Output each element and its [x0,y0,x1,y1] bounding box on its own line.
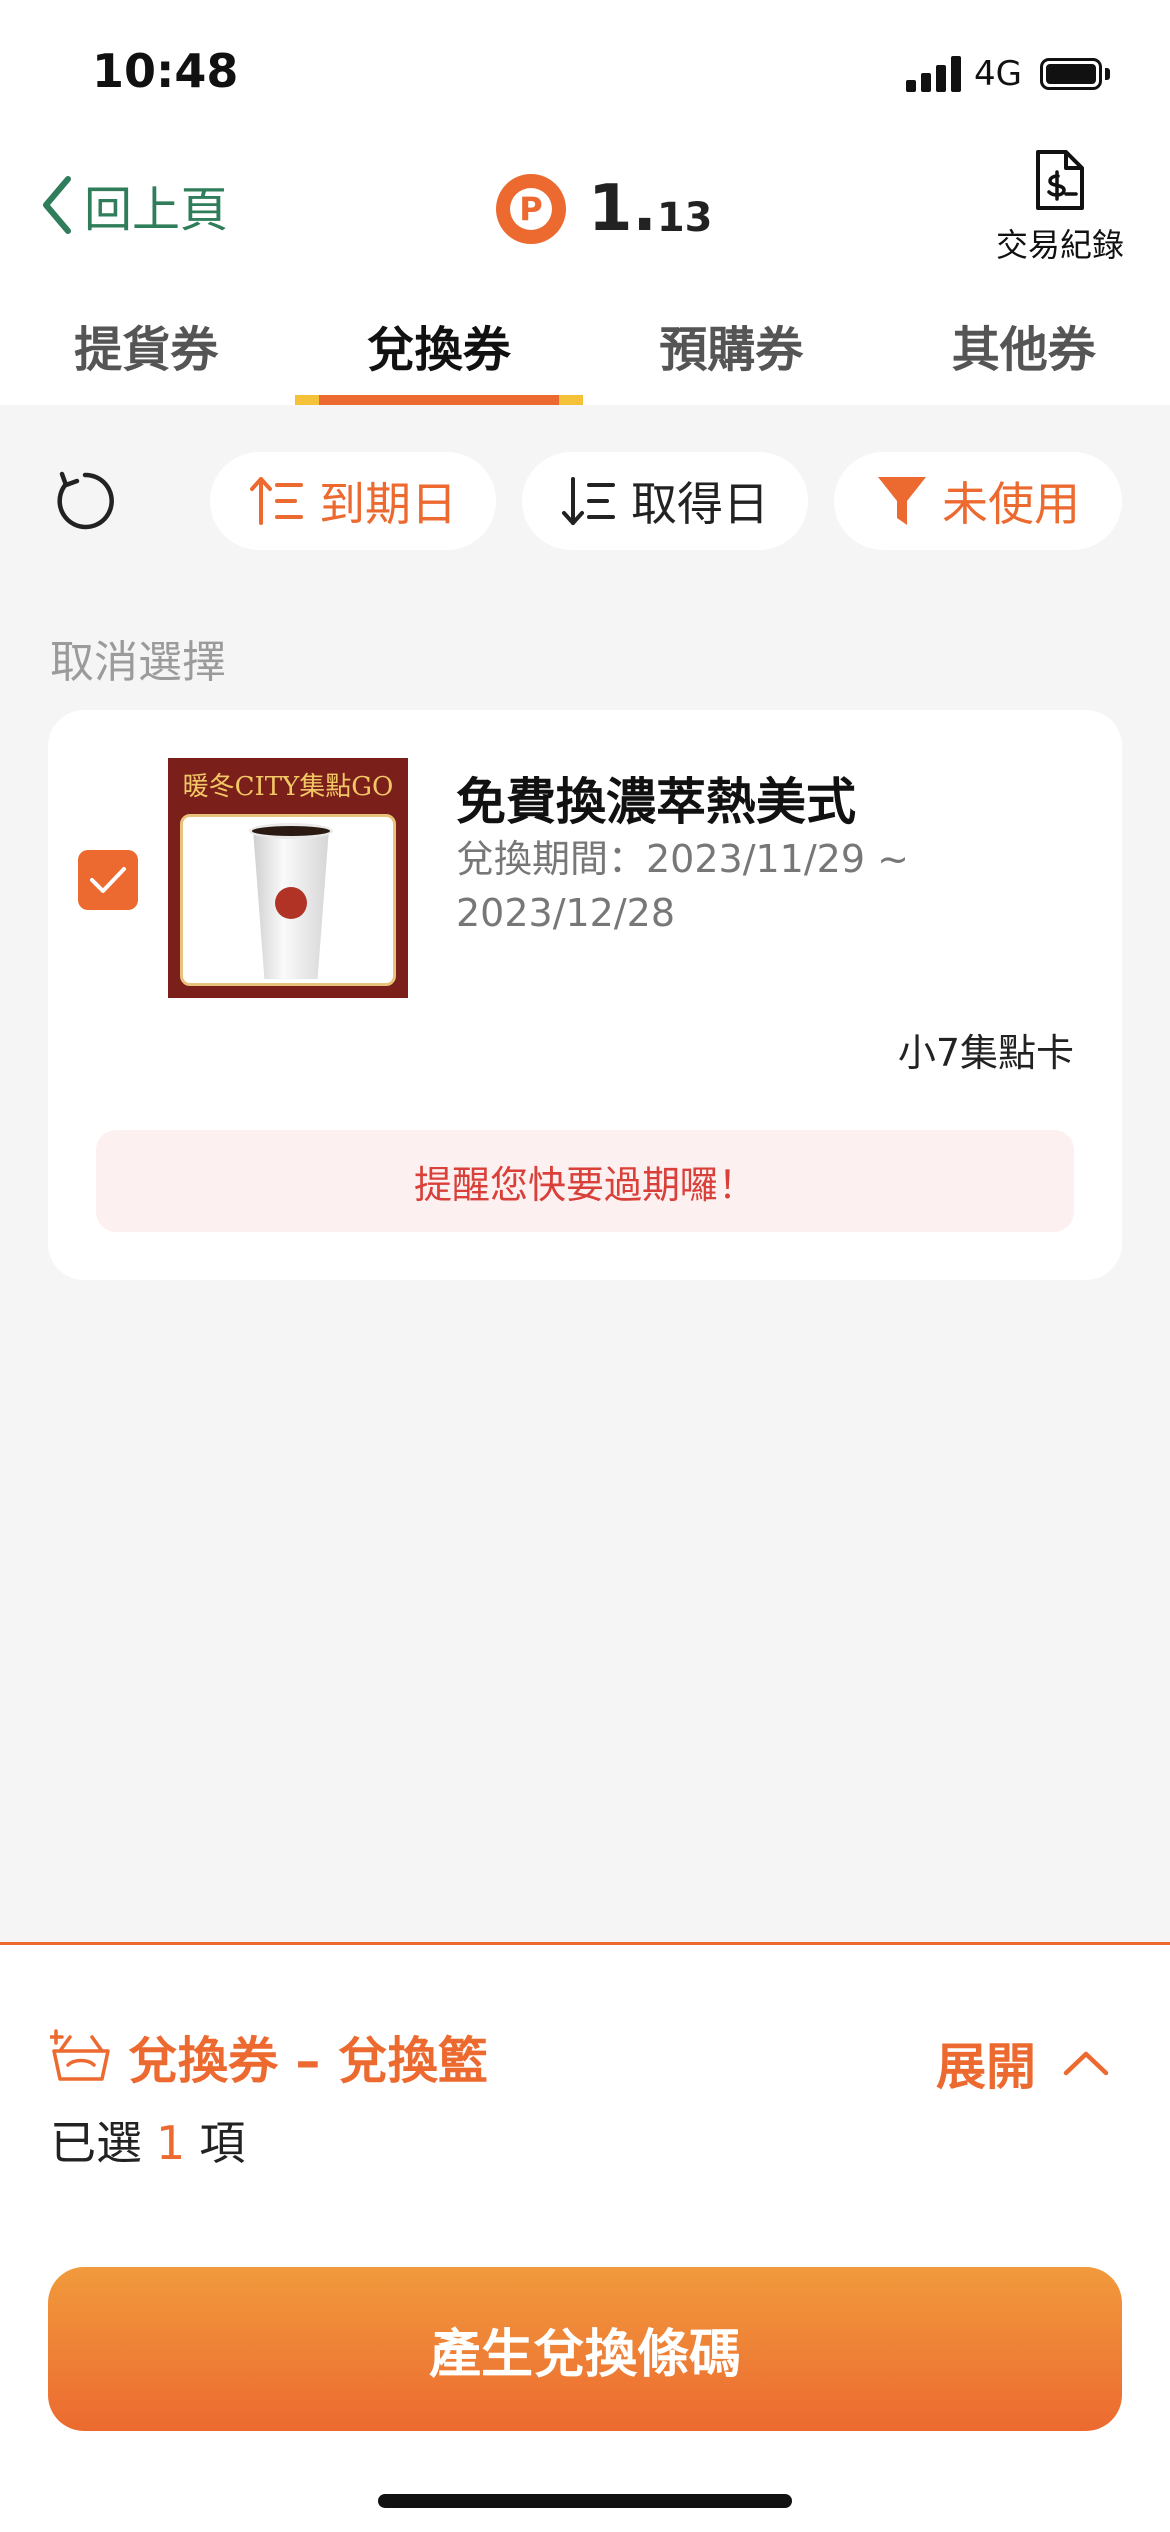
back-button[interactable]: 回上頁 [40,170,228,240]
generate-barcode-button[interactable]: 產生兌換條碼 [48,2267,1122,2431]
coupon-checkbox[interactable] [78,850,138,910]
coupon-thumbnail: 暖冬CITY集點GO [168,758,408,998]
tab-preorder[interactable]: 預購券 [585,300,878,405]
coupon-period: 兌換期間：2023/11/29 ~ 2023/12/28 [456,832,1016,940]
expiry-reminder: 提醒您快要過期囉！ [96,1130,1074,1232]
tab-pickup[interactable]: 提貨券 [0,300,293,405]
basket-plus-icon [50,2029,110,2081]
transaction-records-button[interactable]: 交易紀錄 [970,148,1150,266]
home-indicator [378,2494,792,2508]
expand-basket-button[interactable]: 展開 [936,2027,1110,2099]
cancel-selection-link[interactable]: 取消選擇 [50,626,226,690]
coupon-period-end: 2023/12/28 [456,891,676,935]
coupon-tabs: 提貨券 兌換券 預購券 其他券 [0,300,1170,405]
filter-unused-label: 未使用 [942,477,1080,531]
coffee-cup-image [180,814,396,986]
redeem-basket-panel: 兌換券 – 兌換籃 展開 已選 1 項 產生兌換條碼 [0,1942,1170,2532]
battery-tip [1105,68,1110,80]
expand-label: 展開 [936,2038,1036,2096]
cellular-signal-icon [906,56,962,92]
selected-count: 1 [156,2116,186,2170]
network-type: 4G [974,54,1022,94]
filter-funnel-icon [878,477,926,525]
sort-acquired-button[interactable]: 取得日 [522,452,808,550]
sort-descending-icon [562,477,615,525]
coupon-issuer: 小7集點卡 [897,1031,1074,1075]
points-decimal: 13 [656,195,713,241]
records-label: 交易紀錄 [995,226,1124,264]
refresh-icon[interactable] [52,468,118,534]
selected-prefix: 已選 [50,2116,142,2170]
sort-acquired-label: 取得日 [631,477,769,531]
points-balance: P 1. 13 [496,172,713,246]
cup-logo [275,887,307,919]
receipt-dollar-icon [1036,150,1084,210]
basket-header: 兌換券 – 兌換籃 [50,2021,488,2093]
back-label: 回上頁 [84,182,229,238]
chevron-up-icon [1063,2051,1109,2076]
sort-expiry-label: 到期日 [319,477,457,531]
thumbnail-banner-text: 暖冬CITY集點GO [182,772,394,802]
battery-icon [1040,58,1102,90]
points-p-letter: P [510,188,552,230]
sort-expiry-button[interactable]: 到期日 [210,452,496,550]
points-p-icon: P [496,174,566,244]
checkmark-icon [90,867,126,893]
points-integer: 1. [588,172,657,246]
chevron-left-icon [43,176,71,234]
filter-unused-button[interactable]: 未使用 [834,452,1122,550]
tab-other[interactable]: 其他券 [878,300,1170,405]
coupon-card[interactable]: 暖冬CITY集點GO 免費換濃萃熱美式 兌換期間：2023/11/29 ~ 20… [48,710,1122,1280]
sort-ascending-icon [250,477,303,525]
coupon-title: 免費換濃萃熱美式 [456,773,856,831]
coupon-period-start: 兌換期間：2023/11/29 ~ [456,837,909,881]
basket-label: 兌換券 – 兌換籃 [128,2032,488,2090]
cup-top [249,823,333,839]
status-time: 10:48 [92,44,239,98]
tab-redeem[interactable]: 兌換券 [293,300,586,405]
selected-count-text: 已選 1 項 [50,2107,245,2173]
selected-suffix: 項 [199,2116,246,2170]
